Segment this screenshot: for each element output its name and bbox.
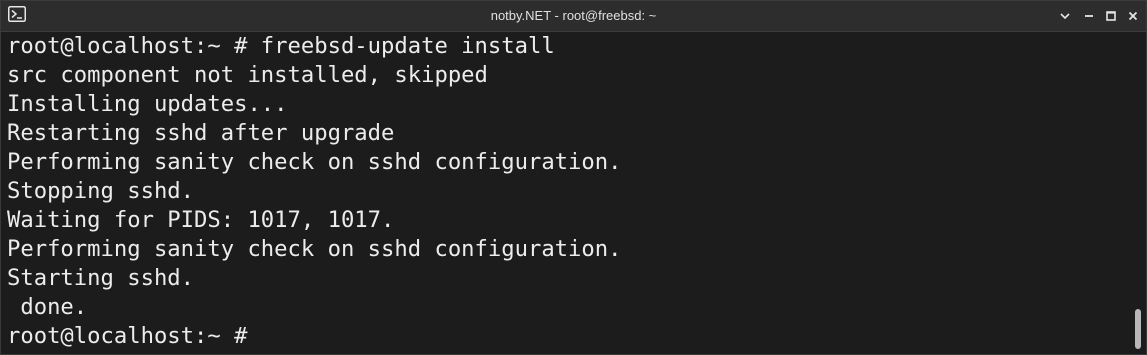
- terminal-line: Stopping sshd.: [7, 178, 195, 204]
- maximize-icon[interactable]: [1103, 8, 1119, 24]
- terminal-line: Starting sshd.: [7, 265, 195, 291]
- terminal-line: src component not installed, skipped: [7, 62, 488, 88]
- vertical-scrollbar[interactable]: [1130, 32, 1146, 354]
- chevron-down-icon[interactable]: [1057, 8, 1073, 24]
- terminal-line: Installing updates...: [7, 91, 288, 117]
- close-icon[interactable]: [1125, 8, 1141, 24]
- terminal-line: Performing sanity check on sshd configur…: [7, 149, 622, 175]
- window-title: notby.NET - root@freebsd: ~: [490, 8, 657, 23]
- terminal-window: notby.NET - root@freebsd: ~ root@localho…: [0, 0, 1147, 355]
- terminal-line: Restarting sshd after upgrade: [7, 120, 395, 146]
- terminal-line: root@localhost:~ # freebsd-update instal…: [7, 33, 555, 59]
- minimize-icon[interactable]: [1081, 8, 1097, 24]
- scrollbar-thumb[interactable]: [1135, 309, 1141, 349]
- terminal-prompt-line[interactable]: root@localhost:~ #: [7, 322, 1130, 351]
- title-bar[interactable]: notby.NET - root@freebsd: ~: [1, 1, 1146, 32]
- terminal-line: Waiting for PIDS: 1017, 1017.: [7, 207, 395, 233]
- terminal-output[interactable]: root@localhost:~ # freebsd-update instal…: [1, 32, 1130, 354]
- terminal-line: Performing sanity check on sshd configur…: [7, 236, 622, 262]
- terminal-line: done.: [7, 294, 88, 320]
